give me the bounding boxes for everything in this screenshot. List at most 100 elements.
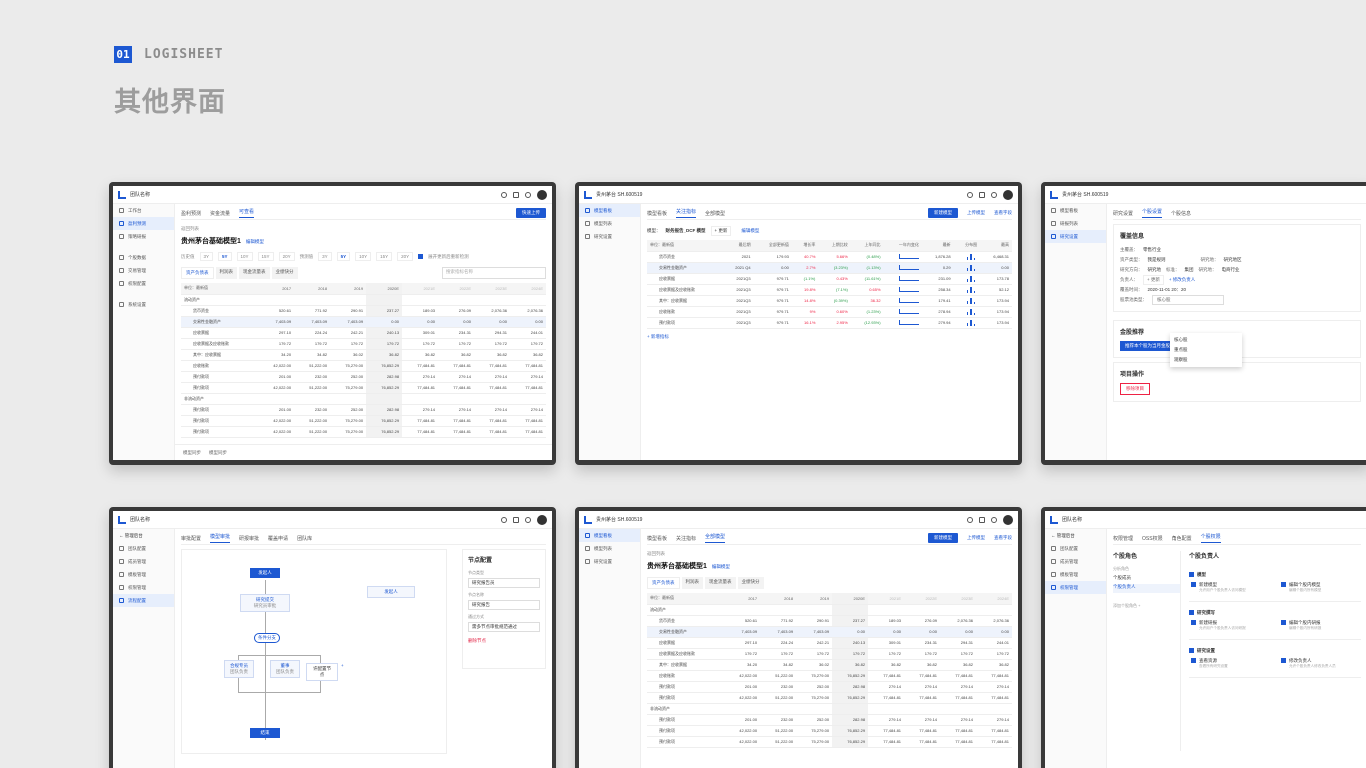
sidebar-item-members[interactable]: 成员管理 bbox=[1045, 555, 1106, 568]
history-15y[interactable]: 15Y bbox=[257, 252, 274, 261]
tab-watch-indicators[interactable]: 关注指标 bbox=[676, 535, 696, 542]
column-header[interactable]: 分布图 bbox=[953, 240, 981, 252]
table-row[interactable]: 其中：应收票据 34.20 34.82 36.02 36.82 36.82 36.82 36.… bbox=[647, 659, 1012, 671]
change-owner-link[interactable]: + 修改负责人 bbox=[1169, 277, 1195, 283]
subtab-performance[interactable]: 业绩快分 bbox=[737, 577, 764, 589]
tab-model-board[interactable]: 模型看板 bbox=[647, 535, 667, 542]
tab-forecast[interactable]: 盈利预测 bbox=[181, 210, 201, 217]
bell-icon[interactable] bbox=[991, 516, 997, 523]
table-row[interactable]: 预付款项 201.00 232.00 252.00 282.98 279.14 279.14… bbox=[647, 681, 1012, 693]
upload-model-button[interactable]: 上传模型 bbox=[967, 210, 985, 216]
sidebar-item-model-list[interactable]: 模型列表 bbox=[579, 217, 640, 230]
table-row[interactable]: 应收票据 297.10 224.24 242.21 240.13 309.01 234.31… bbox=[181, 327, 546, 339]
table-row[interactable]: 货币资金 520.61 771.92 290.91 237.27 189.03 276.09… bbox=[181, 305, 546, 317]
table-row[interactable]: 流动资产 bbox=[181, 294, 546, 306]
sidebar-item-templates[interactable]: 模板管理 bbox=[1045, 568, 1106, 581]
pass-mode-select[interactable]: 需多节点审批规范通过 bbox=[468, 622, 540, 632]
table-row[interactable]: 预付款项 42,022.00 51,222.00 75,279.00 76,852.29… bbox=[647, 725, 1012, 737]
bell-icon[interactable] bbox=[525, 191, 531, 198]
new-model-button[interactable]: 新建模型 bbox=[928, 208, 958, 218]
table-row[interactable]: 预付款项 42,022.00 51,222.00 75,279.00 76,852.29… bbox=[181, 382, 546, 394]
permission-checkbox[interactable] bbox=[1281, 658, 1286, 663]
subtab-balance[interactable]: 资产负债表 bbox=[647, 577, 680, 589]
sync-model-button[interactable]: 模型同步 bbox=[183, 450, 201, 456]
sidebar-item-permission[interactable]: 权限配置 bbox=[113, 277, 174, 290]
column-header[interactable]: 2022E bbox=[438, 283, 475, 295]
avatar[interactable] bbox=[537, 189, 547, 200]
column-header[interactable]: 2023E bbox=[474, 283, 510, 295]
edit-model-link[interactable]: 编辑模型 bbox=[246, 239, 264, 244]
tab-all-models[interactable]: 全部模型 bbox=[705, 533, 726, 543]
tab-stock-settings[interactable]: 个股设置 bbox=[1142, 208, 1163, 218]
column-header[interactable]: 2024E bbox=[510, 283, 546, 295]
subtab-income[interactable]: 利润表 bbox=[215, 267, 237, 279]
flow-node-floating[interactable]: 发起人 bbox=[367, 586, 415, 598]
back-admin[interactable]: ← 管理后台 bbox=[1045, 529, 1106, 542]
column-header[interactable]: 最新 bbox=[921, 240, 954, 252]
stock-title[interactable]: 贵州茅台 SH.600519 bbox=[596, 516, 642, 523]
view-fields-button[interactable]: 查看字段 bbox=[994, 535, 1012, 541]
column-header[interactable]: 最后期 bbox=[722, 240, 754, 252]
sidebar-item-model-board[interactable]: 模型看板 bbox=[579, 204, 640, 217]
sidebar-item-research-settings[interactable]: 研究设置 bbox=[1045, 230, 1106, 243]
group-checkbox[interactable] bbox=[1189, 572, 1194, 577]
upload-icon[interactable] bbox=[979, 191, 985, 198]
edit-model-link[interactable]: 编辑模型 bbox=[741, 228, 759, 234]
flow-node-right[interactable]: 许配置节点 bbox=[306, 663, 338, 681]
sidebar-item-research-settings[interactable]: 研究设置 bbox=[579, 555, 640, 568]
column-header[interactable]: 增长率 bbox=[791, 240, 819, 252]
node-type-select[interactable]: 研究报告员 bbox=[468, 578, 540, 588]
stock-title[interactable]: 贵州茅台 SH.600519 bbox=[1062, 191, 1108, 198]
table-row[interactable]: 预付款项 201.00 232.00 252.00 282.98 279.14 279.14… bbox=[181, 404, 546, 416]
table-row[interactable]: 预付款项 42,022.00 51,222.00 75,279.00 76,852.29… bbox=[647, 692, 1012, 704]
stock-title[interactable]: 贵州茅台 SH.600519 bbox=[596, 191, 642, 198]
table-row[interactable]: 流动资产 bbox=[647, 604, 1012, 616]
table-row[interactable]: 其中：应收票据 34.20 34.82 36.02 36.82 36.82 36.82 36.… bbox=[181, 349, 546, 361]
column-header[interactable]: 单位：最新值 bbox=[647, 240, 723, 252]
sidebar-item-settings[interactable]: 系统设置 bbox=[113, 298, 174, 311]
table-row[interactable]: 应收账款 2021Q3 979.71 9% 0.60% (1.23%) 278.94 173.… bbox=[647, 306, 1012, 318]
owner-tag[interactable]: + 更新 bbox=[1143, 275, 1164, 285]
sidebar-item-model-list[interactable]: 模型列表 bbox=[579, 542, 640, 555]
avatar[interactable] bbox=[537, 514, 547, 525]
sidebar-item-workbench[interactable]: 工作台 bbox=[113, 204, 174, 217]
sidebar-item-templates[interactable]: 模板管理 bbox=[113, 568, 174, 581]
column-header[interactable]: 2022E bbox=[904, 593, 941, 605]
column-header[interactable]: 2019 bbox=[330, 283, 367, 295]
sidebar-item-model-board[interactable]: 模型看板 bbox=[1045, 204, 1106, 217]
add-role-button[interactable]: 添加个股角色 + bbox=[1113, 603, 1180, 609]
table-row[interactable]: 非流动资产 bbox=[181, 393, 546, 405]
history-5y[interactable]: 5Y bbox=[218, 252, 232, 261]
sidebar-item-research-settings[interactable]: 研究设置 bbox=[579, 230, 640, 243]
sidebar-item-permission[interactable]: 权限管理 bbox=[1045, 581, 1106, 594]
upload-model-button[interactable]: 上传模型 bbox=[967, 535, 985, 541]
remove-project-button[interactable]: 移除项目 bbox=[1120, 383, 1150, 395]
sidebar-item-forecast[interactable]: 盈利预测 bbox=[113, 217, 174, 230]
bell-icon[interactable] bbox=[991, 191, 997, 198]
bell-icon[interactable] bbox=[525, 516, 531, 523]
delete-node-button[interactable]: 删除节点 bbox=[468, 638, 540, 644]
column-header[interactable]: 2018 bbox=[760, 593, 797, 605]
forecast-3y[interactable]: 3Y bbox=[318, 252, 332, 261]
sidebar-item-members[interactable]: 成员管理 bbox=[113, 555, 174, 568]
sidebar-item-reports[interactable]: 策略研报 bbox=[113, 230, 174, 243]
table-row[interactable]: 应收票据及应收账款 2021Q3 979.71 19.8% (7.1%) 0.65% 258… bbox=[647, 284, 1012, 296]
column-header[interactable]: 2020E bbox=[832, 593, 869, 605]
edit-model-link[interactable]: 编辑模型 bbox=[712, 564, 730, 569]
sidebar-item-trade[interactable]: 交易管理 bbox=[113, 264, 174, 277]
tab-cashflow[interactable]: 资金流量 bbox=[210, 210, 230, 217]
history-20y[interactable]: 20Y bbox=[278, 252, 295, 261]
team-selector[interactable]: 团队名称 bbox=[1062, 516, 1082, 523]
column-header[interactable]: 一年内变化 bbox=[883, 240, 922, 252]
column-header[interactable]: 单位：最新值 bbox=[181, 283, 259, 295]
tab-research-settings[interactable]: 研究设置 bbox=[1113, 210, 1133, 217]
tab-model-board[interactable]: 模型看板 bbox=[647, 210, 667, 217]
table-row[interactable]: 应收票据及应收账款 179.72 179.72 179.72 179.72 179.72 1… bbox=[647, 648, 1012, 660]
table-row[interactable]: 应收账款 42,022.00 51,222.00 75,279.00 76,852.29… bbox=[181, 360, 546, 372]
sidebar-item-team[interactable]: 团队配置 bbox=[113, 542, 174, 555]
forecast-5y[interactable]: 5Y bbox=[336, 252, 351, 261]
back-admin[interactable]: ← 管理后台 bbox=[113, 529, 174, 542]
table-row[interactable]: 应收票据 2021Q3 979.71 (1.1%) 0.43% (11.61%) 231.0… bbox=[647, 273, 1012, 285]
sidebar-item-stocks[interactable]: 个股数据 bbox=[113, 251, 174, 264]
pool-type-select[interactable]: 核心股 bbox=[1152, 295, 1224, 305]
